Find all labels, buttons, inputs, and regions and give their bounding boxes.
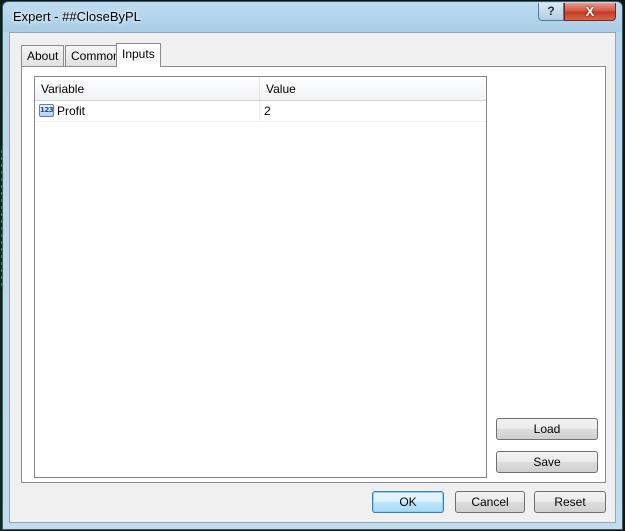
dialog-client-area: About Common Inputs Variable Value 123 P… [9,32,616,523]
load-button[interactable]: Load [496,418,598,440]
column-header-value[interactable]: Value [260,77,486,100]
list-item[interactable]: 123 Profit 2 [35,101,486,122]
list-header: Variable Value [35,77,486,101]
variable-cell[interactable]: 123 Profit [35,101,260,121]
ok-button[interactable]: OK [372,491,444,513]
variable-name: Profit [57,104,86,118]
save-button[interactable]: Save [496,451,598,473]
reset-button[interactable]: Reset [534,491,606,513]
inputs-tab-panel: Variable Value 123 Profit 2 Load Save [21,66,606,483]
cancel-button[interactable]: Cancel [455,491,525,513]
window-title: Expert - ##CloseByPL [13,9,141,24]
integer-type-icon: 123 [39,104,54,117]
help-button[interactable]: ? [538,3,564,21]
tab-inputs[interactable]: Inputs [116,43,161,67]
inputs-list[interactable]: Variable Value 123 Profit 2 [34,76,487,478]
tab-about[interactable]: About [21,45,65,66]
value-cell[interactable]: 2 [260,101,486,121]
column-header-variable[interactable]: Variable [35,77,260,100]
close-button[interactable]: X [564,3,616,21]
expert-properties-dialog: Expert - ##CloseByPL ? X About Common In… [2,1,623,530]
title-bar[interactable]: Expert - ##CloseByPL ? X [3,2,622,32]
